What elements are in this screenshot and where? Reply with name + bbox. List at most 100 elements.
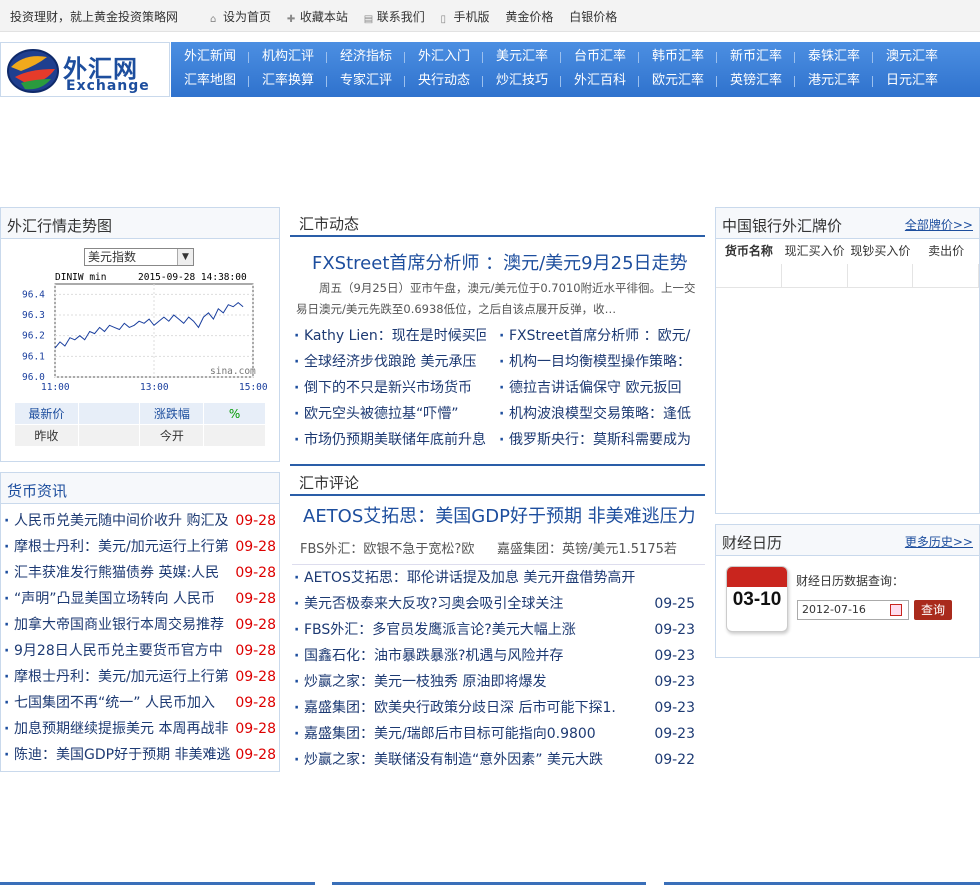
open-label: 今开 [139, 424, 205, 447]
list-item[interactable]: 美元否极泰来大反攻?习奥会吸引全球关注 09-25 [294, 591, 695, 617]
list-item[interactable]: 摩根士丹利：美元/加元运行上行第09-28 [4, 534, 276, 560]
chart-y-ticks: 96.096.196.296.396.4 [22, 289, 45, 383]
list-item-title: 嘉盛集团：欧美央行政策分歧日深 后市可能下探1. [304, 700, 616, 716]
plus-icon: ✚ [286, 14, 296, 25]
chart-x-tick-label: 11:00 [41, 382, 70, 393]
calendar-icon-date: 03-10 [732, 589, 782, 610]
list-item[interactable]: 七国集团不再“统一” 人民币加入 09-28 [4, 690, 276, 716]
list-item[interactable]: 欧元空头被德拉基“吓懵” [294, 401, 486, 427]
list-item[interactable]: 嘉盛集团：美元/瑞郎后市目标可能指向0.9800 09-23 [294, 721, 695, 747]
market-comment-sub-right[interactable]: 嘉盛集团：英镑/美元1.5175若 [497, 538, 677, 557]
list-item[interactable]: “声明”凸显美国立场转向 人民币 09-28 [4, 586, 276, 612]
list-item[interactable]: 倒下的不只是新兴市场货币 [294, 375, 486, 401]
nav-item[interactable]: 专家汇评 [327, 70, 405, 94]
nav-item[interactable]: 外汇新闻 [171, 46, 249, 70]
nav-item[interactable]: 美元汇率 [483, 46, 561, 70]
list-item[interactable]: 全球经济步伐踉跄 美元承压 [294, 349, 486, 375]
list-item[interactable]: 加拿大帝国商业银行本周交易推荐 09-28 [4, 612, 276, 638]
bottom-rule-middle [332, 882, 646, 885]
bottom-rule-left [0, 882, 315, 885]
list-item[interactable]: 加息预期继续提振美元 本周再战非09-28 [4, 716, 276, 742]
prev-close-label: 昨收 [14, 424, 79, 447]
nav-item[interactable]: 台币汇率 [561, 46, 639, 70]
list-item[interactable]: 摩根士丹利：美元/加元运行上行第09-28 [4, 664, 276, 690]
list-item[interactable]: 国鑫石化：油市暴跌暴涨?机遇与风险并存 09-23 [294, 643, 695, 669]
nav-item[interactable]: 英镑汇率 [717, 70, 795, 94]
list-item-date: 09-23 [650, 617, 695, 643]
calendar-date-input[interactable]: 2012-07-16 [797, 600, 909, 620]
nav-item[interactable]: 澳元汇率 [873, 46, 951, 70]
panel-title: 外汇行情走势图 [7, 217, 113, 235]
nav-item[interactable]: 汇率地图 [171, 70, 249, 94]
panel-title: 中国银行外汇牌价 [722, 217, 843, 235]
list-item-title: FBS外汇：多官员发鹰派言论?美元大幅上涨 [304, 622, 576, 638]
list-item[interactable]: 人民币兑美元随中间价收升 购汇及09-28 [4, 508, 276, 534]
chart-x-tick-label: 13:00 [140, 382, 169, 393]
list-item-title: 加拿大帝国商业银行本周交易推荐 [14, 617, 224, 633]
gold-price-link[interactable]: 黄金价格 [505, 8, 553, 25]
chart-header-left: DINIW min [55, 272, 106, 283]
chevron-down-icon: ▼ [177, 249, 193, 265]
list-item[interactable]: 俄罗斯央行：莫斯科需要成为 [499, 427, 691, 453]
nav-item[interactable]: 泰铢汇率 [795, 46, 873, 70]
list-item-date: 09-28 [231, 690, 276, 716]
market-comment-headline[interactable]: AETOS艾拓思：美国GDP好于预期 非美难逃压力 [303, 502, 696, 528]
list-item[interactable]: 炒赢之家：美联储没有制造“意外因素” 美元大跌 09-22 [294, 747, 695, 773]
list-item[interactable]: FBS外汇：多官员发鹰派言论?美元大幅上涨 09-23 [294, 617, 695, 643]
latest-price-label: 最新价 [14, 402, 79, 425]
list-item[interactable]: 9月28日人民币兑主要货币官方中 09-28 [4, 638, 276, 664]
list-item[interactable]: 机构波浪模型交易策略：逢低 [499, 401, 691, 427]
list-item[interactable]: AETOS艾拓思：耶伦讲话提及加息 美元开盘借势高开 [294, 565, 695, 591]
mobile-link[interactable]: ▯ 手机版 [441, 8, 490, 25]
date-picker-icon[interactable] [890, 604, 902, 616]
nav-item[interactable]: 外汇百科 [561, 70, 639, 94]
list-item-title: 炒赢之家：美元一枝独秀 原油即将爆发 [304, 674, 547, 690]
list-item[interactable]: 市场仍预期美联储年底前升息 [294, 427, 486, 453]
list-item[interactable]: 德拉吉讲话偏保守 欧元扳回 [499, 375, 691, 401]
nav-item[interactable]: 韩币汇率 [639, 46, 717, 70]
list-item[interactable]: 陈迪：美国GDP好于预期 非美难逃09-28 [4, 742, 276, 768]
bookmark-link[interactable]: ✚ 收藏本站 [287, 8, 348, 25]
list-item[interactable]: 嘉盛集团：欧美央行政策分歧日深 后市可能下探1. 09-23 [294, 695, 695, 721]
chart-y-tick-label: 96.4 [22, 289, 45, 300]
nav-item[interactable]: 日元汇率 [873, 70, 951, 94]
site-logo[interactable]: 外汇网 Exchange [0, 42, 170, 97]
more-history-link[interactable]: 更多历史>> [905, 533, 973, 550]
list-item[interactable]: 炒赢之家：美元一枝独秀 原油即将爆发 09-23 [294, 669, 695, 695]
nav-item[interactable]: 新币汇率 [717, 46, 795, 70]
list-item[interactable]: Kathy Lien：现在是时候买回 [294, 323, 486, 349]
list-item-date: 09-23 [650, 669, 695, 695]
all-rates-link[interactable]: 全部牌价>> [905, 216, 973, 233]
nav-item[interactable]: 港元汇率 [795, 70, 873, 94]
chart-x-tick-label: 15:00 [239, 382, 268, 393]
calendar-query-button[interactable]: 查询 [914, 600, 952, 620]
chart-y-tick-label: 96.1 [22, 351, 45, 362]
nav-item[interactable]: 机构汇评 [249, 46, 327, 70]
list-item-title: “声明”凸显美国立场转向 人民币 [14, 591, 215, 607]
list-item-date: 09-22 [650, 747, 695, 773]
col-sell: 卖出价 [928, 244, 965, 258]
silver-price-link[interactable]: 白银价格 [569, 8, 617, 25]
latest-price-value [77, 402, 141, 425]
nav-item[interactable]: 经济指标 [327, 46, 405, 70]
list-item[interactable]: 汇丰获准发行熊猫债券 英媒:人民 09-28 [4, 560, 276, 586]
calendar-icon: 03-10 [726, 566, 788, 632]
nav-item[interactable]: 外汇入门 [405, 46, 483, 70]
market-news-headline[interactable]: FXStreet首席分析师 ：澳元/美元9月25日走势 [312, 249, 688, 275]
nav-item[interactable]: 炒汇技巧 [483, 70, 561, 94]
contact-link[interactable]: ▤ 联系我们 [364, 8, 425, 25]
site-slogan: 投资理财，就上黄金投资策略网 [10, 10, 179, 24]
list-item-title: 德拉吉讲话偏保守 欧元扳回 [509, 380, 682, 396]
phone-icon: ▯ [440, 14, 447, 25]
index-select[interactable]: 美元指数 ▼ [84, 248, 194, 266]
list-item[interactable]: FXStreet首席分析师 ：欧元/ [499, 323, 691, 349]
nav-item[interactable]: 央行动态 [405, 70, 483, 94]
nav-item[interactable]: 汇率换算 [249, 70, 327, 94]
change-pct-label: 涨跌幅 [139, 402, 205, 425]
set-homepage-link[interactable]: ⌂ 设为首页 [210, 8, 271, 25]
logo-english-text: Exchange [66, 78, 150, 94]
market-comment-sub-left[interactable]: FBS外汇：欧银不急于宽松?欧 [300, 538, 474, 557]
list-item-title: 加息预期继续提振美元 本周再战非 [14, 721, 229, 737]
nav-item[interactable]: 欧元汇率 [639, 70, 717, 94]
list-item[interactable]: 机构一目均衡模型操作策略： [499, 349, 691, 375]
